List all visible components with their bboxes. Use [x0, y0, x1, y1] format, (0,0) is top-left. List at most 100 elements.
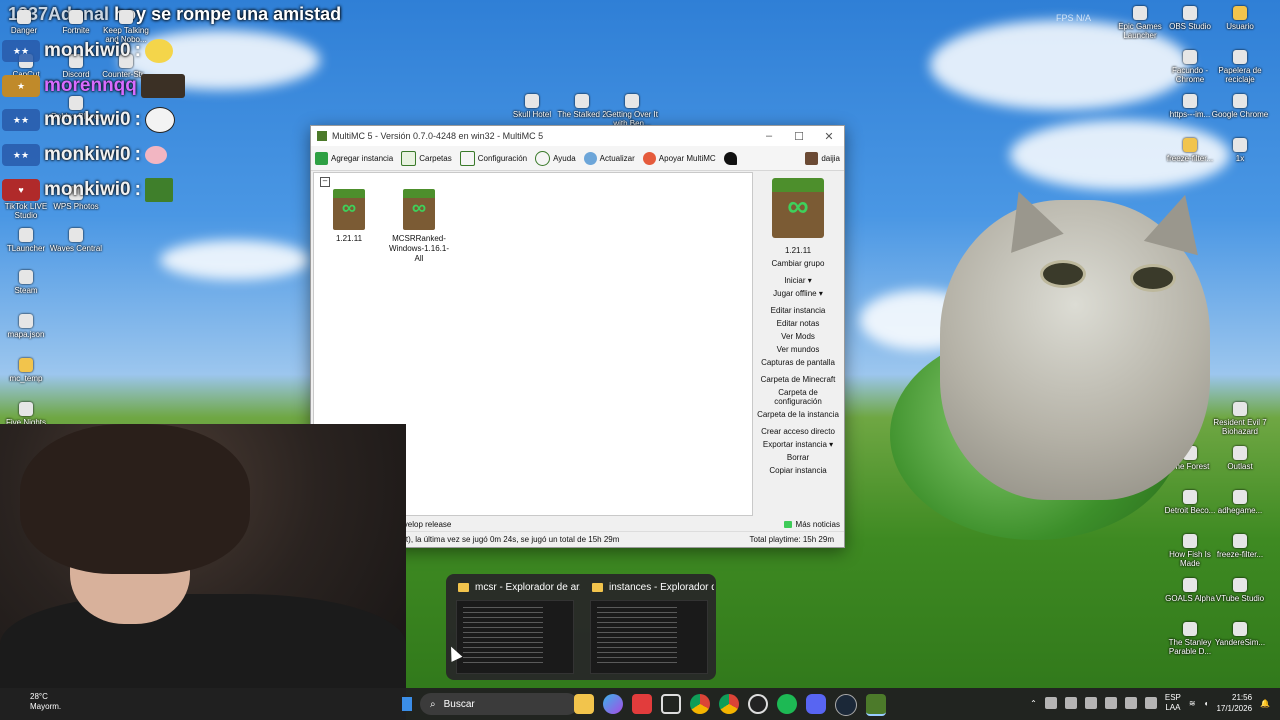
- copilot-icon[interactable]: [603, 694, 623, 714]
- tray-app-icon[interactable]: [1124, 697, 1137, 709]
- account-button[interactable]: daijia: [805, 151, 840, 165]
- change-group-button[interactable]: Cambiar grupo: [755, 257, 841, 270]
- screenshots-button[interactable]: Capturas de pantalla: [755, 356, 841, 369]
- multimc-icon[interactable]: [866, 694, 886, 716]
- selected-instance-name: 1.21.11: [784, 246, 812, 255]
- instance-item[interactable]: MCSRRanked-Windows-1.16.1-All: [386, 189, 452, 264]
- app-icon: [575, 94, 589, 108]
- play-offline-button[interactable]: Jugar offline ▾: [755, 287, 841, 300]
- task-view-icon[interactable]: [661, 694, 681, 714]
- explorer-preview[interactable]: mcsr - Explorador de ar...: [450, 574, 580, 680]
- desktop-icon[interactable]: Papelera de reciclaje: [1210, 50, 1270, 84]
- tray-app-icon[interactable]: [1084, 697, 1097, 709]
- steam-icon[interactable]: [835, 694, 857, 716]
- news-icon: [783, 520, 792, 528]
- instance-name: MCSRRanked-Windows-1.16.1-All: [388, 234, 450, 263]
- explorer-preview[interactable]: instances - Explorador d...: [584, 574, 714, 680]
- desktop-icon[interactable]: VTube Studio: [1210, 578, 1270, 603]
- chrome-icon[interactable]: [690, 694, 710, 714]
- obs-icon[interactable]: [748, 694, 768, 714]
- folder-icon: [401, 150, 417, 166]
- close-icon[interactable]: ✕: [814, 130, 844, 143]
- desktop-icon[interactable]: freeze-filter...: [1210, 534, 1270, 559]
- desktop-icon[interactable]: 1x: [1210, 138, 1270, 163]
- toolbar: Agregar instancia Carpetas Configuración…: [311, 146, 844, 171]
- volume-icon[interactable]: ◖: [1204, 699, 1209, 708]
- desktop-icon-label: freeze-filter...: [1166, 154, 1214, 163]
- instance-folder-button[interactable]: Carpeta de la instancia: [755, 408, 841, 421]
- system-tray: ⌃ ESP LAA ≋ ◖ 21:56 17/1/2026 🔔: [1030, 692, 1270, 714]
- app-icon: [119, 10, 133, 24]
- settings-icon: [459, 150, 475, 166]
- microphone-icon[interactable]: [1144, 697, 1157, 709]
- smile-emote-icon: [144, 39, 173, 63]
- desktop-icon-label: How Fish Is Made: [1169, 550, 1211, 568]
- selected-instance-icon[interactable]: [772, 178, 824, 238]
- desktop-icon[interactable]: Usuario: [1210, 6, 1270, 31]
- more-news-button[interactable]: Más noticias: [783, 520, 840, 529]
- chat-username: monkiwi0: [44, 144, 131, 165]
- maximize-icon[interactable]: ☐: [784, 130, 814, 143]
- copy-instance-button[interactable]: Copiar instancia: [755, 464, 841, 477]
- start-icon[interactable]: [402, 697, 412, 711]
- file-icon: [1183, 94, 1197, 108]
- language-indicator[interactable]: ESP LAA: [1165, 693, 1181, 713]
- minecraft-folder-button[interactable]: Carpeta de Minecraft: [755, 373, 841, 386]
- desktop-icon[interactable]: Waves Central: [46, 228, 106, 253]
- desktop-icon-label: mc_temp: [9, 374, 43, 383]
- recycle-bin-icon: [1233, 50, 1247, 64]
- webcam-hair: [20, 424, 250, 574]
- view-worlds-button[interactable]: Ver mundos: [755, 343, 841, 356]
- launch-button[interactable]: Iniciar ▾: [755, 274, 841, 287]
- discord-icon[interactable]: [806, 694, 826, 714]
- desktop-icon[interactable]: mapa.json: [0, 314, 56, 339]
- desktop-icon-label: Usuario: [1226, 22, 1254, 31]
- edit-instance-button[interactable]: Editar instancia: [755, 304, 841, 317]
- weather-widget[interactable]: 28°C Mayorm.: [30, 692, 61, 712]
- cat-button[interactable]: [723, 151, 737, 165]
- tray-overflow-icon[interactable]: ⌃: [1030, 699, 1037, 708]
- instance-item[interactable]: 1.21.11: [316, 189, 382, 244]
- update-button[interactable]: Actualizar: [583, 151, 635, 165]
- clock[interactable]: 21:56 17/1/2026: [1216, 692, 1252, 714]
- add-instance-button[interactable]: Agregar instancia: [315, 151, 393, 165]
- delete-button[interactable]: Borrar: [755, 451, 841, 464]
- minimize-icon[interactable]: –: [754, 130, 784, 143]
- chat-message: ★★ monkiwi0 :: [2, 37, 173, 65]
- tray-app-icon[interactable]: [1064, 697, 1077, 709]
- window-titlebar[interactable]: MultiMC 5 - Versión 0.7.0-4248 en win32 …: [311, 126, 844, 146]
- view-mods-button[interactable]: Ver Mods: [755, 330, 841, 343]
- settings-button[interactable]: Configuración: [459, 150, 527, 166]
- chat-username: morennqq: [44, 75, 137, 96]
- desktop-icon-label: Fortnite: [62, 26, 90, 35]
- desktop-icon[interactable]: Google Chrome: [1210, 94, 1270, 119]
- chat-colon: :: [134, 40, 141, 61]
- create-shortcut-button[interactable]: Crear acceso directo: [755, 425, 841, 438]
- file-icon: [19, 314, 33, 328]
- desktop-icon[interactable]: Getting Over It with Ben...: [602, 94, 662, 128]
- desktop-icon[interactable]: YandereSim...: [1210, 622, 1270, 647]
- desktop-icon[interactable]: mc_temp: [0, 358, 56, 383]
- chrome-icon[interactable]: [719, 694, 739, 714]
- desktop-icon[interactable]: Steam: [0, 270, 56, 295]
- help-button[interactable]: Ayuda: [535, 150, 576, 166]
- folders-button[interactable]: Carpetas: [401, 150, 452, 166]
- support-button[interactable]: Apoyar MultiMC: [642, 151, 716, 165]
- group-collapse-icon[interactable]: –: [320, 177, 330, 187]
- tray-app-icon[interactable]: [1044, 697, 1057, 709]
- notification-bell-icon[interactable]: 🔔: [1260, 699, 1270, 708]
- chevron-down-icon: ▾: [818, 289, 823, 298]
- export-instance-button[interactable]: Exportar instancia ▾: [755, 438, 841, 451]
- spotify-icon[interactable]: [777, 694, 797, 714]
- chevron-down-icon: ▾: [829, 440, 834, 449]
- app-icon: [1233, 622, 1247, 636]
- config-folder-button[interactable]: Carpeta de configuración: [755, 386, 841, 408]
- chat-badge-icon: ★★: [2, 109, 40, 131]
- chat-message: ★ morennqq: [2, 72, 185, 100]
- search-box[interactable]: ⌕ Buscar: [420, 693, 578, 715]
- wifi-icon[interactable]: ≋: [1189, 699, 1196, 708]
- tray-app-icon[interactable]: [1104, 697, 1117, 709]
- wps-icon[interactable]: [632, 694, 652, 714]
- file-explorer-icon[interactable]: [574, 694, 594, 714]
- edit-notes-button[interactable]: Editar notas: [755, 317, 841, 330]
